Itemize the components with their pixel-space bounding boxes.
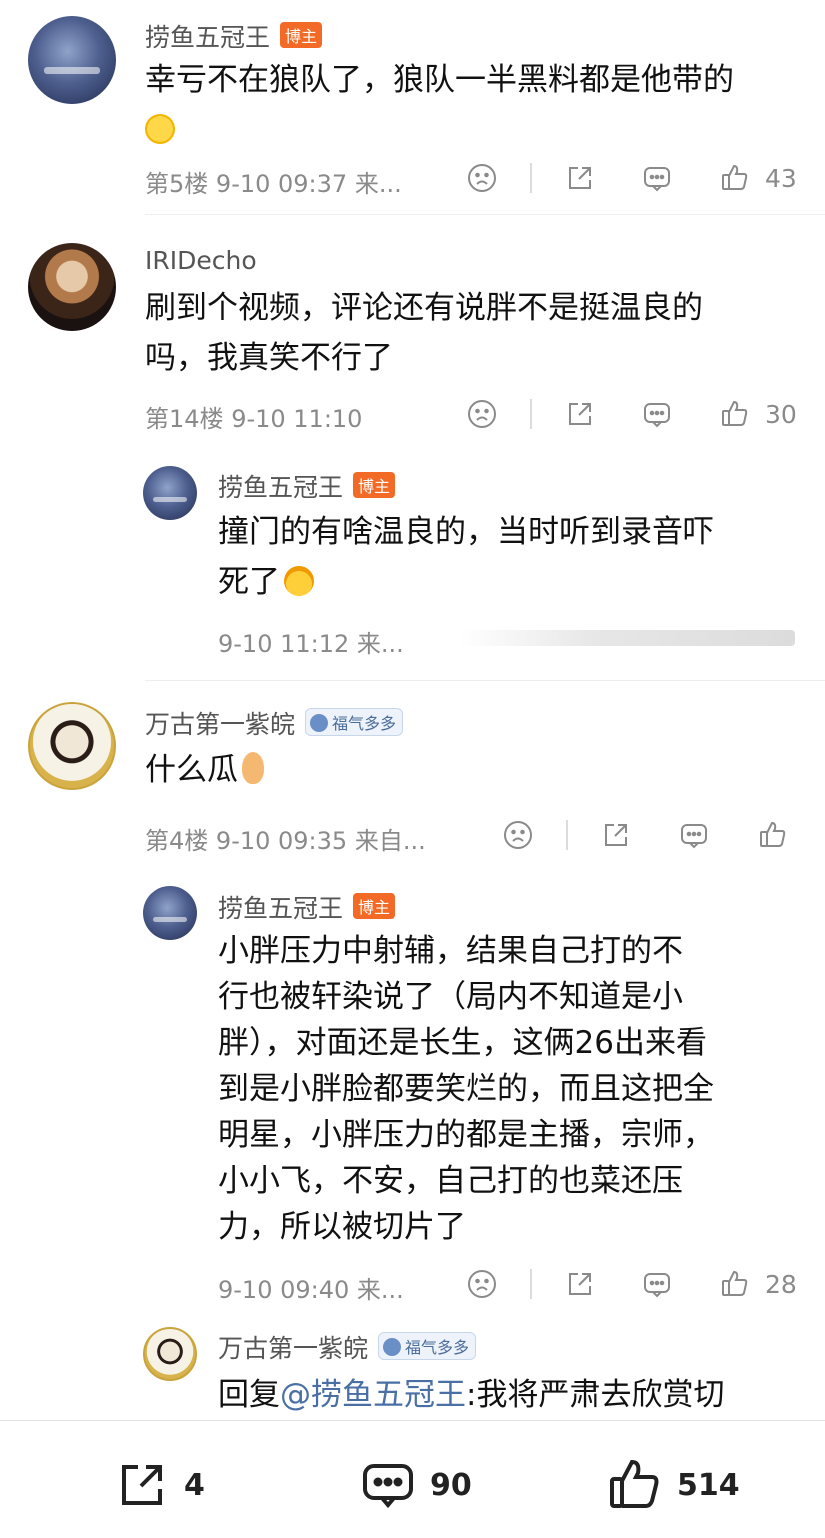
shocked-emoji-icon [284,566,314,596]
thumbs-up-icon [610,1459,659,1508]
comment-icon[interactable] [641,394,673,434]
reply-avatar[interactable] [143,466,197,520]
reply-avatar[interactable] [143,1327,197,1381]
username[interactable]: 捞鱼五冠王 博主 [218,889,396,925]
comment-icon [363,1464,413,1509]
reply-avatar[interactable] [143,886,197,940]
share-icon[interactable] [564,1264,596,1304]
ear-emoji-icon [242,752,264,784]
reply-actions: 28 [0,1264,825,1304]
blurred-actions [460,630,795,646]
host-badge: 博主 [353,472,396,498]
comment-text: 什么瓜 [145,745,264,795]
mention-link[interactable]: @捞鱼五冠王 [280,1377,466,1413]
share-button[interactable]: 4 [114,1457,205,1513]
like-button[interactable]: 514 [607,1457,740,1513]
sad-face-icon[interactable] [466,158,498,198]
comment-icon[interactable] [641,158,673,198]
reply-text: 撞门的有啥温良的，当时听到录音吓 死了 [218,514,714,600]
divider [530,163,532,193]
comment-button[interactable]: 90 [360,1457,472,1513]
divider [530,399,532,429]
fortune-badge: 福气多多 [305,708,404,736]
avatar[interactable] [28,702,116,790]
fortune-badge: 福气多多 [378,1332,477,1360]
divider [530,1269,532,1299]
thumbs-up-icon [722,1270,748,1296]
host-badge: 博主 [280,22,323,48]
comment-actions: 43 [0,158,825,198]
fortune-icon [383,1338,402,1356]
share-icon[interactable] [564,158,596,198]
divider [566,820,568,850]
sad-face-icon[interactable] [466,394,498,434]
separator [145,680,825,681]
comment-text: 幸亏不在狼队了，狼队一半黑料都是他带的 [145,55,734,155]
reply-text: 回复@捞鱼五冠王:我将严肃去欣赏切 [218,1377,725,1413]
reply-text: 小胖压力中射辅，结果自己打的不 行也被轩染说了（局内不知道是小 胖），对面还是长… [218,933,714,1245]
comment-text: 刷到个视频，评论还有说胖不是挺温良的 吗，我真笑不行了 [145,290,703,376]
username[interactable]: 捞鱼五冠王 博主 [145,18,323,54]
thumbs-up-icon [760,821,786,847]
fortune-icon [310,714,329,732]
laughing-crying-emoji-icon [145,114,175,144]
thumbs-up-icon [722,400,748,426]
username[interactable]: IRIDecho [145,246,257,275]
like-button[interactable]: 30 [719,394,797,434]
bottom-action-bar: 4 90 514 [0,1420,825,1538]
like-button[interactable]: 28 [719,1264,797,1304]
sad-face-icon[interactable] [466,1264,498,1304]
host-badge: 博主 [353,893,396,919]
avatar[interactable] [28,16,116,104]
share-icon[interactable] [600,815,632,855]
username[interactable]: 捞鱼五冠王 博主 [218,468,396,504]
sad-face-icon[interactable] [502,815,534,855]
username[interactable]: 万古第一紫皖 福气多多 [145,705,404,741]
comment-actions [0,815,825,855]
like-button[interactable] [757,815,789,855]
comment-actions: 30 [0,394,825,434]
reply-meta: 9-10 11:12 来... [218,630,404,658]
share-icon[interactable] [564,394,596,434]
share-icon [122,1465,162,1505]
username[interactable]: 万古第一紫皖 福气多多 [218,1329,477,1365]
thumbs-up-icon [722,164,748,190]
like-button[interactable]: 43 [719,158,797,198]
comment-icon[interactable] [641,1264,673,1304]
avatar[interactable] [28,243,116,331]
comment-icon[interactable] [678,815,710,855]
separator [145,214,825,215]
